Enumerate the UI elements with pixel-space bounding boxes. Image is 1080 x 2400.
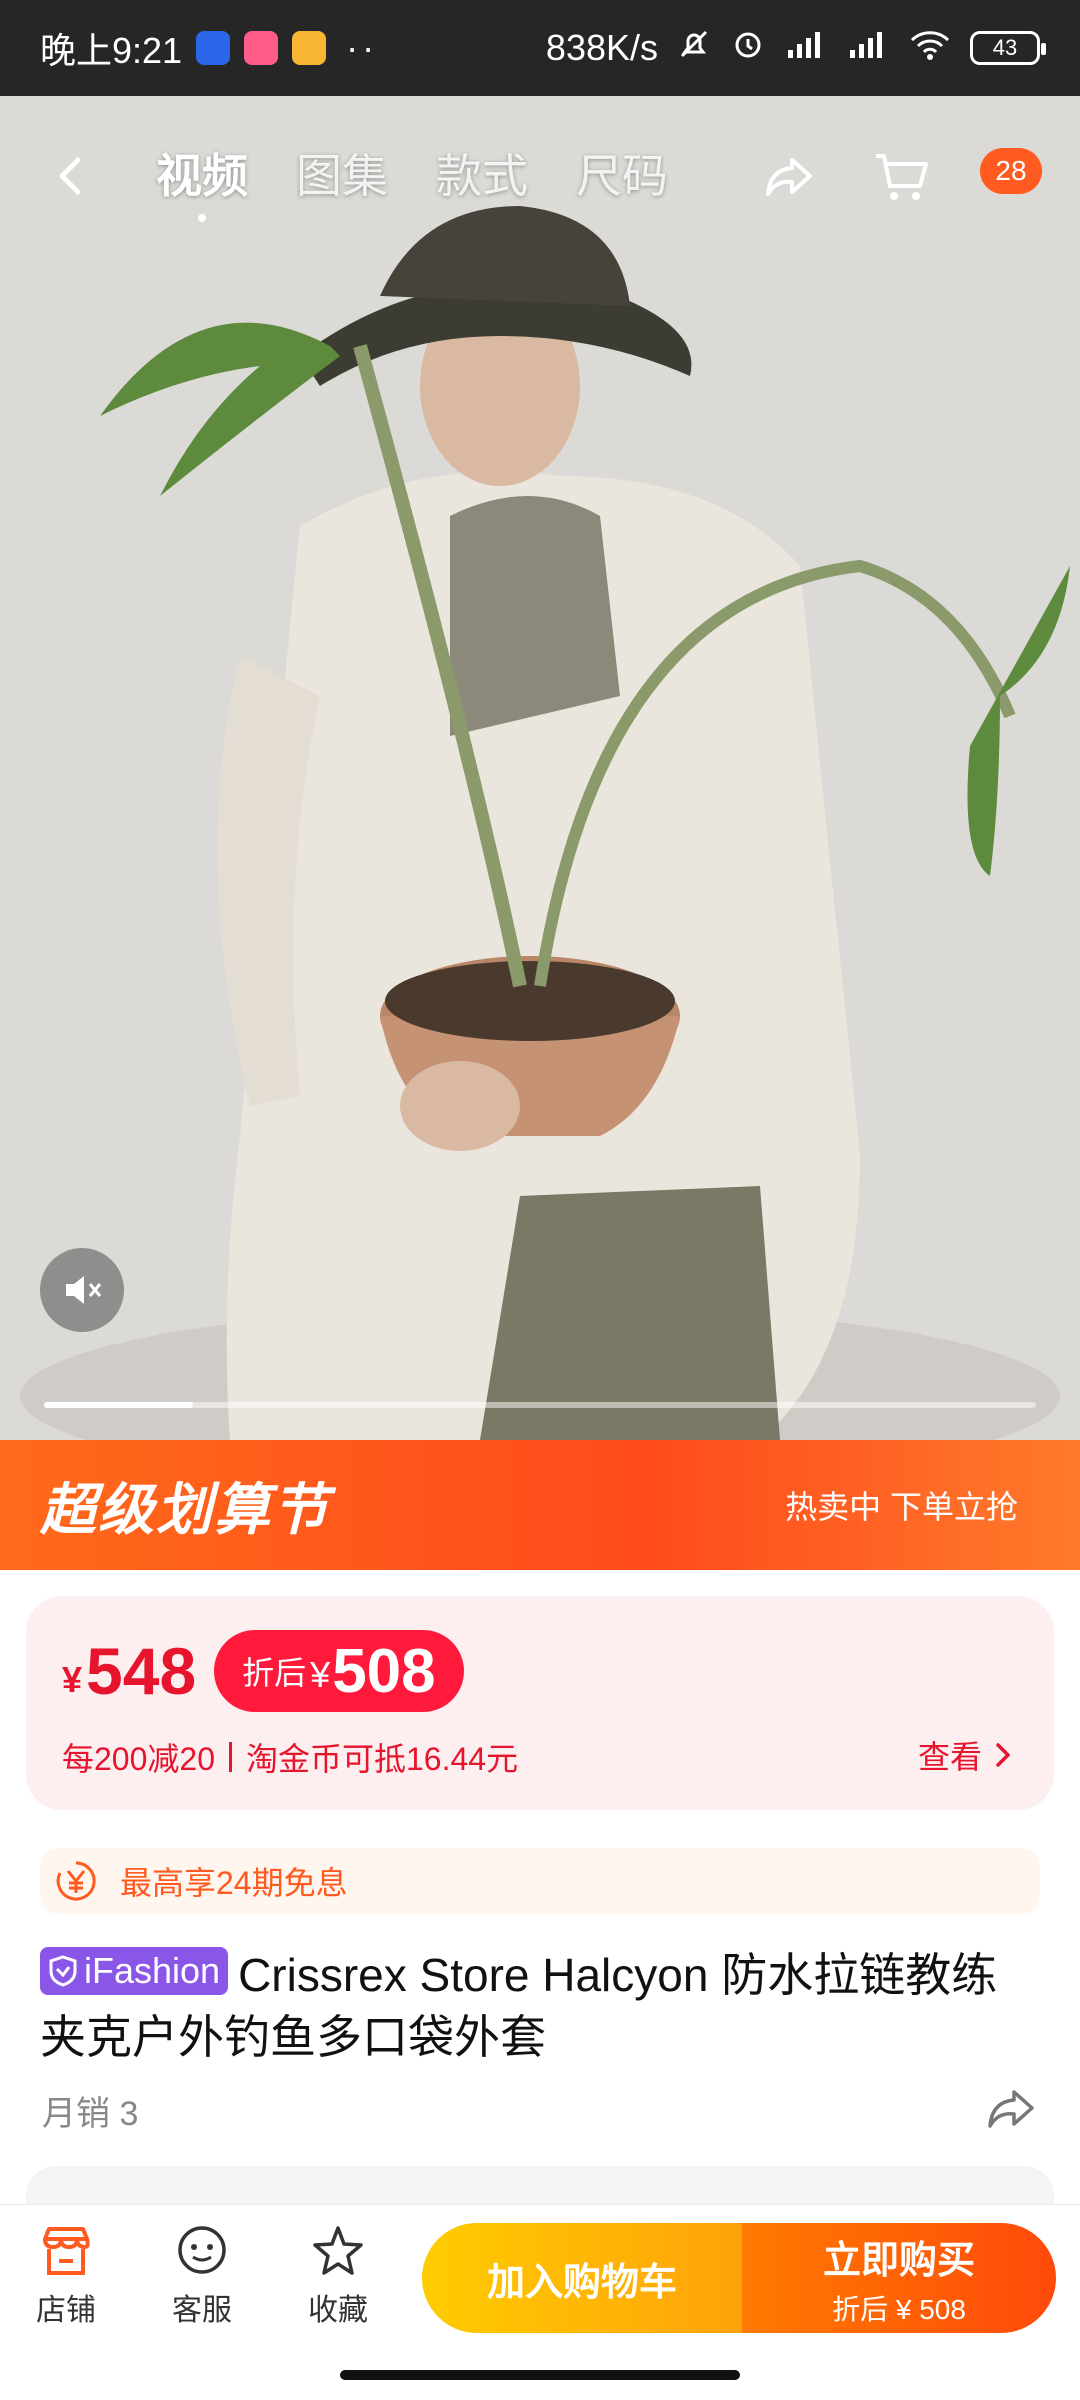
mute-bell-icon	[676, 26, 712, 71]
battery-indicator: 43	[970, 31, 1046, 65]
star-icon	[313, 2226, 363, 2275]
product-photo	[0, 96, 1080, 1440]
after-discount-currency: ¥	[310, 1654, 331, 1695]
buy-now-subprice: 折后 ¥ 508	[832, 2293, 966, 2325]
home-indicator	[340, 2370, 740, 2380]
price-amount: 548	[86, 1634, 197, 1708]
mute-button[interactable]	[40, 1248, 124, 1332]
tab-gallery[interactable]: 图集	[296, 140, 388, 206]
price-currency: ¥	[62, 1659, 83, 1700]
video-progress-fill	[44, 1402, 193, 1408]
shield-icon	[49, 1955, 77, 1987]
product-share-icon[interactable]	[984, 2082, 1038, 2141]
add-to-cart-button[interactable]: 加入购物车	[422, 2223, 742, 2333]
discounted-price-pill: 折后 ¥ 508	[214, 1630, 464, 1712]
buy-now-label: 立即购买	[822, 2239, 975, 2282]
favorite-label: 收藏	[308, 2294, 368, 2327]
after-discount-label: 折后	[242, 1655, 307, 1691]
more-notifications-dots: ··	[346, 27, 379, 68]
promo-banner[interactable]: 超级划算节 热卖中 下单立抢	[0, 1440, 1080, 1570]
add-to-cart-label: 加入购物车	[486, 2261, 677, 2304]
top-navigation: 视频 图集 款式 尺码 28	[0, 126, 1080, 226]
installment-text: 最高享24期免息	[120, 1865, 348, 1901]
status-time: 晚上9:21	[40, 30, 183, 71]
app-icon-notes	[292, 31, 327, 65]
after-discount-amount: 508	[332, 1636, 436, 1706]
video-progress-bar[interactable]	[44, 1402, 1036, 1408]
wifi-icon	[908, 26, 952, 71]
tab-size[interactable]: 尺码	[576, 140, 668, 206]
bottom-action-bar: 店铺 客服 收藏 加入购物车 立即购买 折后 ¥ 508	[0, 2204, 1080, 2344]
yen-circle-icon	[56, 1861, 96, 1901]
promo-title: 超级划算节	[40, 1477, 330, 1541]
detail-divider	[229, 1742, 232, 1772]
shop-label: 店铺	[36, 2294, 96, 2327]
ifashion-badge: iFashion	[40, 1947, 229, 1995]
chat-face-icon	[178, 2226, 226, 2274]
price-row: ¥ 548 折后 ¥ 508	[62, 1630, 464, 1712]
price-card: ¥ 548 折后 ¥ 508 每200减20 淘金币可抵16.44元 查看	[26, 1596, 1054, 1810]
cart-icon[interactable]	[872, 148, 930, 211]
status-icons: 838K/s 43	[545, 26, 1046, 71]
promo-subtitle: 热卖中 下单立抢	[785, 1489, 1018, 1525]
speaker-muted-icon	[66, 1276, 102, 1304]
discount-rule: 每200减20	[62, 1741, 215, 1777]
customer-service-button[interactable]: 客服	[152, 2223, 252, 2329]
signal-icon	[784, 26, 828, 71]
app-icon-bilibili	[244, 31, 279, 65]
favorite-button[interactable]: 收藏	[288, 2223, 388, 2329]
tab-styles[interactable]: 款式	[436, 140, 528, 206]
coin-deduction: 淘金币可抵16.44元	[246, 1741, 519, 1777]
buy-now-button[interactable]: 立即购买 折后 ¥ 508	[742, 2223, 1056, 2333]
product-title: iFashion Crissrex Store Halcyon 防水拉链教练夹克…	[40, 1944, 1040, 2068]
status-bar: 晚上9:21 ·· 838K/s 43	[0, 0, 1080, 96]
monthly-sales: 月销 3	[42, 2095, 139, 2133]
tab-video[interactable]: 视频	[156, 140, 248, 222]
ifashion-badge-label: iFashion	[84, 1950, 221, 1991]
chevron-right-icon	[996, 1743, 1010, 1767]
product-video[interactable]: 视频 图集 款式 尺码 28	[0, 96, 1080, 1440]
alarm-icon	[730, 26, 766, 71]
view-discount-button[interactable]: 查看	[918, 1732, 1014, 1778]
view-more-label: 查看	[917, 1739, 982, 1775]
service-label: 客服	[172, 2294, 232, 2327]
signal-icon-2	[846, 26, 890, 71]
share-icon[interactable]	[762, 150, 816, 209]
app-icon-u	[196, 31, 231, 65]
back-arrow-icon[interactable]	[48, 152, 96, 200]
price-discount-detail: 每200减20 淘金币可抵16.44元	[62, 1734, 518, 1780]
installment-banner[interactable]: 最高享24期免息	[40, 1848, 1040, 1914]
store-icon	[43, 2227, 90, 2275]
next-section-card	[26, 2166, 1054, 2206]
cart-count-badge[interactable]: 28	[980, 148, 1042, 194]
net-speed: 838K/s	[545, 27, 658, 68]
media-tabs: 视频 图集 款式 尺码	[156, 140, 668, 222]
shop-button[interactable]: 店铺	[16, 2223, 116, 2329]
